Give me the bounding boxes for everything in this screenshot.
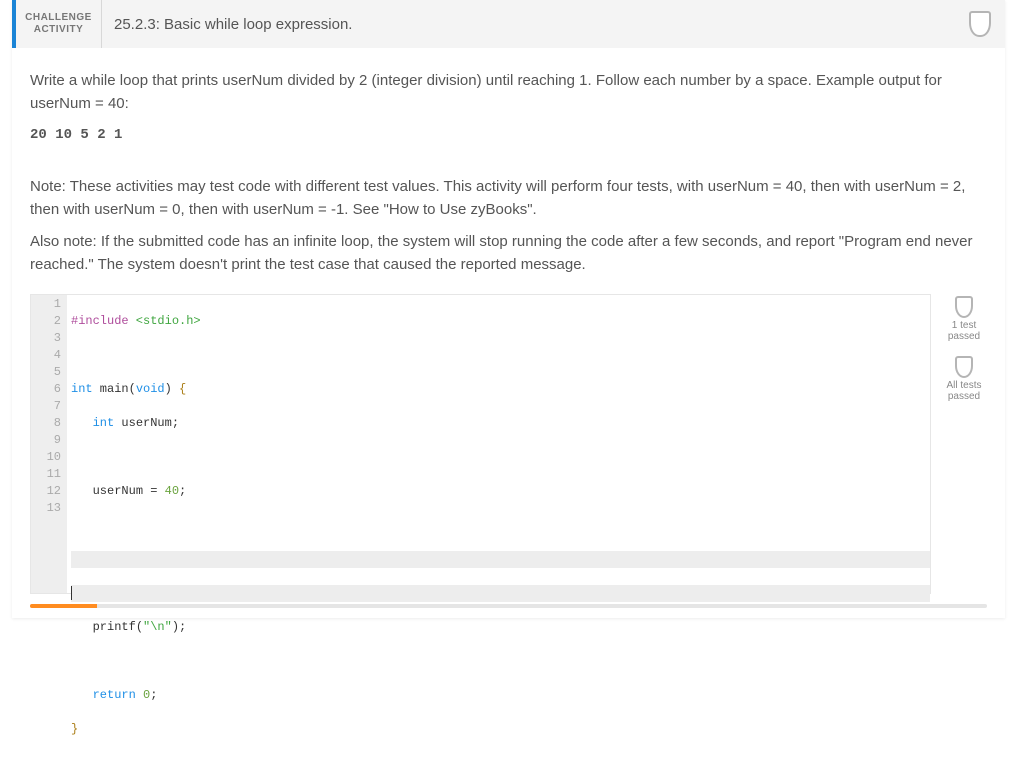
caret-icon [71, 586, 72, 600]
line-number: 13 [31, 500, 61, 517]
code-editor[interactable]: 1 2 3 4 5 6 7 8 9 10 11 12 13 #include <… [30, 294, 931, 594]
all-tests-label: All tests [946, 380, 981, 391]
shield-icon [955, 356, 973, 378]
challenge-card: CHALLENGE ACTIVITY 25.2.3: Basic while l… [12, 0, 1005, 618]
one-test-label: 1 test [948, 320, 980, 331]
sample-output: 20 10 5 2 1 [30, 125, 987, 146]
shield-icon [969, 11, 991, 37]
line-number: 8 [31, 415, 61, 432]
all-tests-status: All tests passed [946, 356, 981, 402]
test-status-column: 1 test passed All tests passed [941, 294, 987, 402]
header-title: 25.2.3: Basic while loop expression. [102, 0, 955, 48]
prompt-note-1: Note: These activities may test code wit… [30, 176, 987, 221]
passed-label: passed [946, 391, 981, 402]
line-number: 5 [31, 364, 61, 381]
header-status [955, 0, 1005, 48]
shield-icon [955, 296, 973, 318]
line-number: 1 [31, 296, 61, 313]
editor-zone: 1 2 3 4 5 6 7 8 9 10 11 12 13 #include <… [30, 294, 987, 594]
badge-line1: CHALLENGE [25, 12, 92, 24]
line-gutter: 1 2 3 4 5 6 7 8 9 10 11 12 13 [31, 295, 67, 593]
line-number: 6 [31, 381, 61, 398]
line-number: 4 [31, 347, 61, 364]
line-number: 11 [31, 466, 61, 483]
line-number: 9 [31, 432, 61, 449]
one-test-status: 1 test passed [948, 296, 980, 342]
line-number: 3 [31, 330, 61, 347]
badge-line2: ACTIVITY [34, 24, 84, 36]
prompt-paragraph-1: Write a while loop that prints userNum d… [30, 70, 987, 115]
line-number: 10 [31, 449, 61, 466]
challenge-badge: CHALLENGE ACTIVITY [16, 0, 102, 48]
prompt-note-2: Also note: If the submitted code has an … [30, 231, 987, 276]
line-number: 12 [31, 483, 61, 500]
prompt-body: Write a while loop that prints userNum d… [12, 48, 1005, 276]
code-area[interactable]: #include <stdio.h> int main(void) { int … [67, 295, 930, 593]
line-number: 2 [31, 313, 61, 330]
editable-line[interactable] [71, 551, 930, 568]
line-number: 7 [31, 398, 61, 415]
card-header: CHALLENGE ACTIVITY 25.2.3: Basic while l… [12, 0, 1005, 48]
passed-label: passed [948, 331, 980, 342]
editable-line[interactable] [71, 585, 930, 602]
